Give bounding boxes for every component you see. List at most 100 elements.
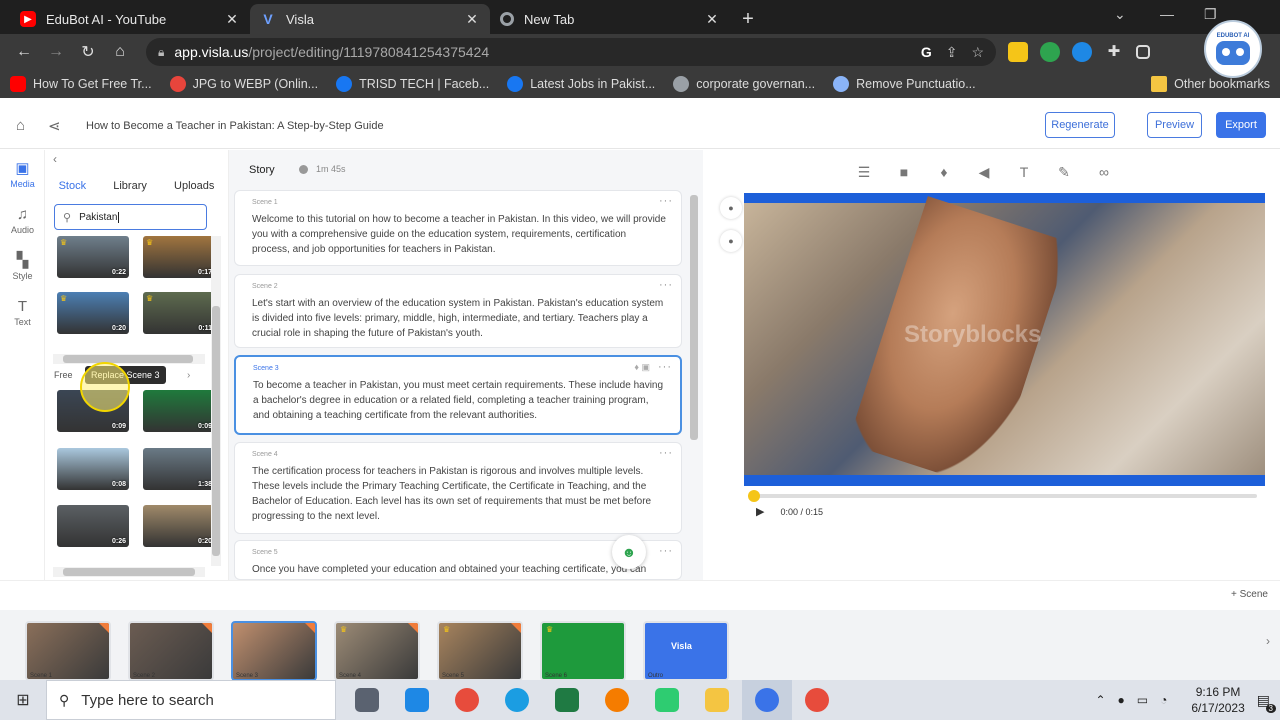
tab-new-tab[interactable]: New Tab ✕ bbox=[490, 4, 730, 34]
taskbar-app-chrome[interactable] bbox=[442, 680, 492, 720]
taskbar-app-chrome-2[interactable] bbox=[792, 680, 842, 720]
taskbar-app-task-view[interactable] bbox=[342, 680, 392, 720]
taskbar-app-edge[interactable] bbox=[492, 680, 542, 720]
more-icon[interactable]: ··· bbox=[659, 195, 673, 207]
chevron-up-icon[interactable]: ⌃ bbox=[1095, 693, 1105, 707]
extension-icon[interactable] bbox=[1040, 42, 1060, 62]
edit-icon[interactable]: ✎ bbox=[1044, 164, 1084, 181]
timeline-scene-thumbnail[interactable]: Scene 2 bbox=[128, 621, 214, 681]
taskbar-app-camtasia[interactable] bbox=[642, 680, 692, 720]
battery-icon[interactable]: ▭ bbox=[1137, 693, 1148, 707]
forward-icon[interactable]: → bbox=[40, 43, 72, 61]
bookmark-item[interactable]: Latest Jobs in Pakist... bbox=[507, 76, 655, 92]
tab-visla[interactable]: V Visla ✕ bbox=[250, 4, 490, 34]
taskbar-app-explorer[interactable] bbox=[692, 680, 742, 720]
other-bookmarks[interactable]: Other bookmarks bbox=[1151, 76, 1270, 92]
extension-icon[interactable] bbox=[1072, 42, 1092, 62]
media-thumbnail[interactable]: 1:38 bbox=[143, 448, 215, 490]
media-thumbnail[interactable]: ♛ 0:17 bbox=[143, 236, 215, 278]
adjust-icon[interactable]: ☰ bbox=[844, 164, 884, 181]
bookmark-item[interactable]: JPG to WEBP (Onlin... bbox=[169, 76, 318, 92]
minimize-icon[interactable]: — bbox=[1160, 6, 1174, 22]
scene-card-1[interactable]: Scene 1 Welcome to this tutorial on how t… bbox=[234, 190, 682, 266]
add-scene-button[interactable]: + Scene bbox=[1231, 589, 1268, 600]
timeline-scene-thumbnail[interactable]: ♛ Scene 4 bbox=[334, 621, 420, 681]
camera-icon[interactable]: ■ bbox=[884, 164, 924, 181]
playback-progress[interactable] bbox=[748, 490, 1257, 502]
video-preview[interactable]: Storyblocks bbox=[744, 193, 1265, 486]
scene-text[interactable]: Once you have completed your education a… bbox=[252, 562, 666, 579]
keep-extension-icon[interactable] bbox=[1008, 42, 1028, 62]
regenerate-button[interactable]: Regenerate bbox=[1045, 112, 1115, 138]
tab-library[interactable]: Library bbox=[113, 180, 147, 192]
play-icon[interactable]: ▶ bbox=[756, 505, 764, 518]
media-search-input[interactable]: ⚲ Pakistan bbox=[54, 204, 207, 230]
more-icon[interactable]: ··· bbox=[659, 447, 673, 459]
settings-icon[interactable]: ● bbox=[720, 230, 742, 252]
rail-item-media[interactable]: ▣ Media bbox=[0, 152, 45, 196]
horizontal-scrollbar[interactable] bbox=[53, 567, 205, 577]
bookmark-item[interactable]: How To Get Free Tr... bbox=[10, 76, 152, 92]
rail-item-text[interactable]: T Text bbox=[0, 290, 45, 334]
rail-item-style[interactable]: ▚ Style bbox=[0, 244, 45, 288]
vertical-scrollbar[interactable] bbox=[211, 236, 221, 566]
chevron-left-icon[interactable]: ‹ bbox=[53, 152, 57, 166]
project-title[interactable]: How to Become a Teacher in Pakistan: A S… bbox=[86, 120, 384, 132]
media-thumbnail[interactable]: 0:20 bbox=[143, 505, 215, 547]
tab-youtube[interactable]: ▶ EduBot AI - YouTube ✕ bbox=[10, 4, 250, 34]
wifi-icon[interactable]: ◔ bbox=[1160, 693, 1167, 707]
media-thumbnail[interactable]: 0:26 bbox=[57, 505, 129, 547]
more-icon[interactable]: ··· bbox=[659, 545, 673, 557]
assistant-bot-button[interactable]: ☻ bbox=[612, 535, 646, 569]
scene-text[interactable]: Let's start with an overview of the educ… bbox=[252, 296, 666, 341]
info-icon[interactable]: ● bbox=[720, 197, 742, 219]
microphone-icon[interactable]: ♦ bbox=[924, 164, 964, 181]
timeline-scene-thumbnail[interactable]: Visla Outro bbox=[643, 621, 729, 681]
media-thumbnail[interactable]: ♛ 0:20 bbox=[57, 292, 129, 334]
more-icon[interactable]: ··· bbox=[658, 361, 672, 373]
progress-knob[interactable] bbox=[748, 490, 760, 502]
chevron-right-icon[interactable]: › bbox=[187, 370, 190, 381]
timeline-scene-thumbnail[interactable]: Scene 3 bbox=[231, 621, 317, 681]
puzzle-icon[interactable]: ✚ bbox=[1104, 42, 1124, 62]
scene-card-3[interactable]: Scene 3 To become a teacher in Pakistan, … bbox=[234, 355, 682, 435]
new-tab-button[interactable]: + bbox=[730, 4, 766, 34]
close-icon[interactable]: ✕ bbox=[464, 11, 480, 28]
bookmark-item[interactable]: corporate governan... bbox=[673, 76, 815, 92]
close-icon[interactable]: ✕ bbox=[224, 11, 240, 28]
timeline-scene-thumbnail[interactable]: ♛ Scene 5 bbox=[437, 621, 523, 681]
volume-icon[interactable]: ◀ bbox=[964, 164, 1004, 181]
clock[interactable]: 9:16 PM 6/17/2023 bbox=[1191, 684, 1244, 716]
notification-icon[interactable]: ▤ 3 bbox=[1257, 692, 1276, 713]
scene-text[interactable]: The certification process for teachers i… bbox=[252, 464, 666, 524]
taskbar-app-mail[interactable] bbox=[392, 680, 442, 720]
google-icon[interactable]: G bbox=[921, 44, 932, 60]
taskbar-app-firefox[interactable] bbox=[592, 680, 642, 720]
rail-item-audio[interactable]: ♫ Audio bbox=[0, 198, 45, 242]
scene-text[interactable]: Welcome to this tutorial on how to becom… bbox=[252, 212, 666, 257]
star-icon[interactable]: ☆ bbox=[971, 44, 984, 61]
scene-text[interactable]: To become a teacher in Pakistan, you mus… bbox=[253, 378, 665, 423]
share-icon[interactable]: ⇪ bbox=[946, 44, 958, 61]
media-thumbnail[interactable]: 0:09 bbox=[143, 390, 215, 432]
scene-card-4[interactable]: Scene 4 The certification process for tea… bbox=[234, 442, 682, 534]
bookmark-item[interactable]: TRISD TECH | Faceb... bbox=[336, 76, 489, 92]
restore-icon[interactable]: ❐ bbox=[1204, 6, 1217, 23]
taskbar-search[interactable]: ⚲ Type here to search bbox=[46, 680, 336, 720]
scene-card-2[interactable]: Scene 2 Let's start with an overview of t… bbox=[234, 274, 682, 348]
horizontal-scrollbar[interactable] bbox=[53, 354, 205, 364]
home-icon[interactable]: ⌂ bbox=[16, 117, 32, 134]
home-icon[interactable]: ⌂ bbox=[104, 43, 136, 61]
export-button[interactable]: Export bbox=[1216, 112, 1266, 138]
sidebar-icon[interactable] bbox=[1136, 45, 1150, 59]
scene-tools[interactable]: ♦ ▣ bbox=[634, 362, 650, 373]
taskbar-app-recorder[interactable] bbox=[742, 680, 792, 720]
text-icon[interactable]: T bbox=[1004, 164, 1044, 181]
share-icon[interactable]: ⋖ bbox=[48, 117, 64, 135]
timeline-scene-thumbnail[interactable]: ♛ Scene 6 bbox=[540, 621, 626, 681]
back-icon[interactable]: ← bbox=[8, 43, 40, 61]
media-thumbnail[interactable]: 0:08 bbox=[57, 448, 129, 490]
story-scrollbar[interactable] bbox=[689, 195, 699, 575]
microphone-icon[interactable]: ● bbox=[1118, 693, 1125, 707]
close-icon[interactable]: ✕ bbox=[704, 11, 720, 28]
